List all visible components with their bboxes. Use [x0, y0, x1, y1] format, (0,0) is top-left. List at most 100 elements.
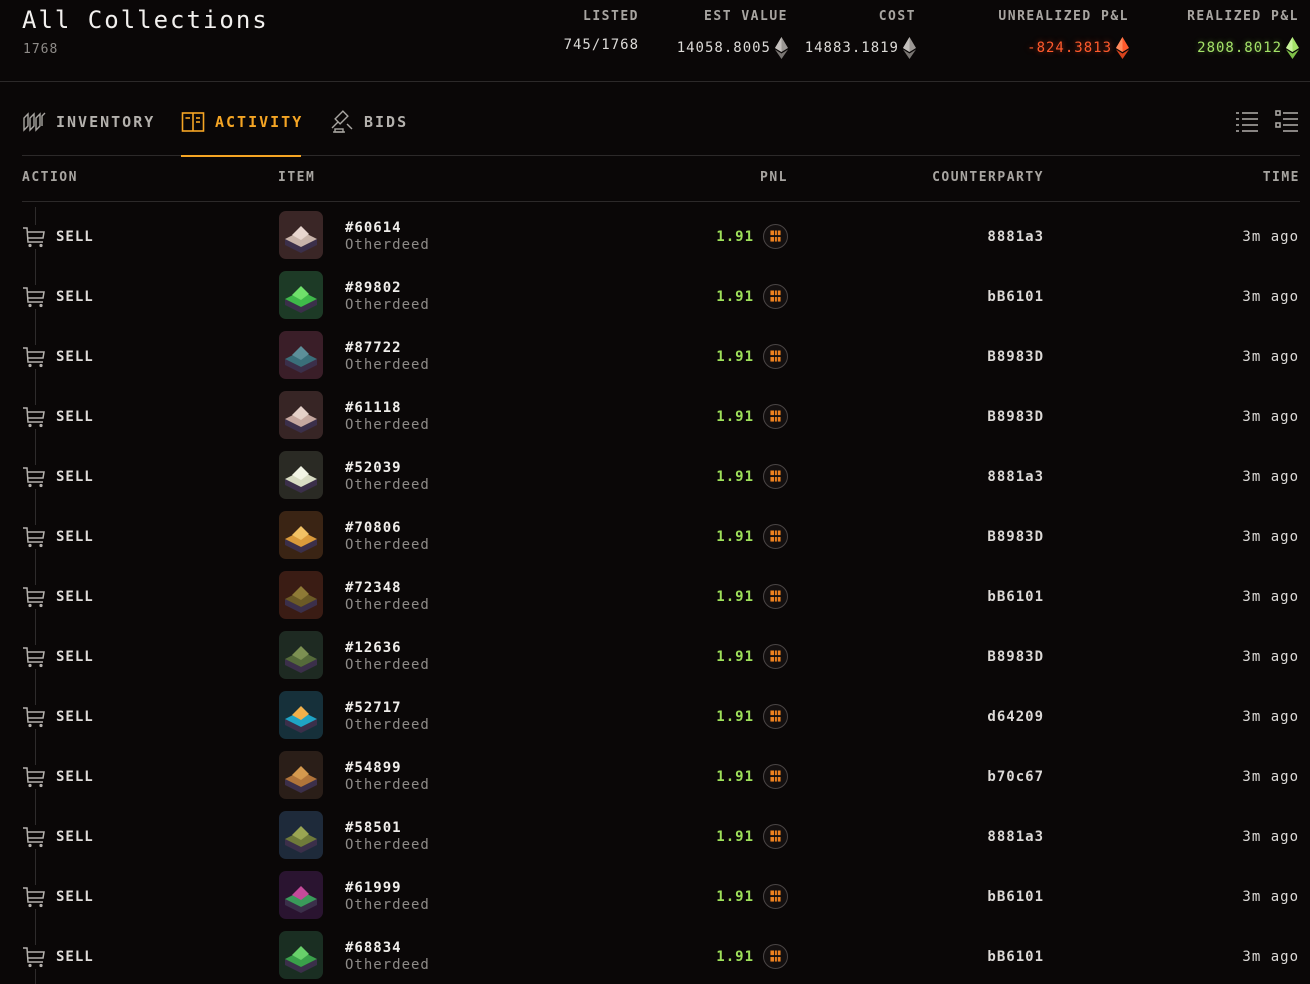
item-token-id: #60614 [345, 220, 402, 236]
activity-row[interactable]: SELL #70806 Otherdeed 1.91 B8983D 3m ago [0, 507, 1310, 567]
tab-activity-label: ACTIVITY [215, 113, 304, 131]
item-collection-name: Otherdeed [345, 837, 430, 853]
pnl-value: 1.91 [716, 469, 754, 485]
stat-realized-pnl: REALIZED P&L 2808.8012 [1187, 9, 1299, 59]
counterparty-address[interactable]: bB6101 [987, 949, 1044, 965]
activity-row[interactable]: SELL #87722 Otherdeed 1.91 B8983D 3m ago [0, 327, 1310, 387]
counterparty-address[interactable]: d64209 [987, 709, 1044, 725]
tab-activity[interactable]: ACTIVITY [181, 104, 304, 157]
stat-unrealized-number: -824.3813 [1027, 40, 1112, 56]
item-collection-name: Otherdeed [345, 597, 430, 613]
activity-time: 3m ago [1242, 829, 1299, 845]
stat-cost-number: 14883.1819 [804, 40, 899, 56]
detailed-list-view-icon [1275, 110, 1298, 132]
blur-marketplace-icon [763, 524, 788, 549]
item-thumbnail[interactable] [279, 871, 323, 919]
tab-inventory-label: INVENTORY [56, 113, 156, 131]
activity-row[interactable]: SELL #58501 Otherdeed 1.91 8881a3 3m ago [0, 807, 1310, 867]
counterparty-address[interactable]: bB6101 [987, 589, 1044, 605]
item-token-id: #68834 [345, 940, 402, 956]
column-header-item[interactable]: ITEM [278, 170, 315, 185]
activity-row[interactable]: SELL #52039 Otherdeed 1.91 8881a3 3m ago [0, 447, 1310, 507]
action-label: SELL [56, 409, 94, 425]
counterparty-address[interactable]: 8881a3 [987, 469, 1044, 485]
item-collection-name: Otherdeed [345, 657, 430, 673]
activity-row[interactable]: SELL #61999 Otherdeed 1.91 bB6101 3m ago [0, 867, 1310, 927]
activity-time: 3m ago [1242, 349, 1299, 365]
blur-marketplace-icon [763, 584, 788, 609]
activity-row[interactable]: SELL #68834 Otherdeed 1.91 bB6101 3m ago [0, 927, 1310, 984]
activity-row[interactable]: SELL #72348 Otherdeed 1.91 bB6101 3m ago [0, 567, 1310, 627]
counterparty-address[interactable]: b70c67 [987, 769, 1044, 785]
item-collection-name: Otherdeed [345, 957, 430, 973]
blur-marketplace-icon [763, 464, 788, 489]
inventory-icon [23, 112, 46, 132]
item-thumbnail[interactable] [279, 751, 323, 799]
tab-inventory[interactable]: INVENTORY [22, 104, 153, 156]
pnl-value: 1.91 [716, 949, 754, 965]
action-label: SELL [56, 529, 94, 545]
action-label: SELL [56, 589, 94, 605]
pnl-value: 1.91 [716, 349, 754, 365]
pnl-value: 1.91 [716, 409, 754, 425]
activity-row[interactable]: SELL #54899 Otherdeed 1.91 b70c67 3m ago [0, 747, 1310, 807]
action-label: SELL [56, 649, 94, 665]
action-label: SELL [56, 829, 94, 845]
item-thumbnail[interactable] [279, 631, 323, 679]
stat-est-value: EST VALUE 14058.8005 [677, 9, 788, 59]
list-view-button[interactable] [1235, 110, 1259, 134]
counterparty-address[interactable]: bB6101 [987, 289, 1044, 305]
activity-row[interactable]: SELL #12636 Otherdeed 1.91 B8983D 3m ago [0, 627, 1310, 687]
blur-marketplace-icon [763, 944, 788, 969]
pnl-value: 1.91 [716, 709, 754, 725]
detailed-list-view-button[interactable] [1275, 110, 1299, 134]
activity-row[interactable]: SELL #52717 Otherdeed 1.91 d64209 3m ago [0, 687, 1310, 747]
item-token-id: #72348 [345, 580, 402, 596]
item-thumbnail[interactable] [279, 931, 323, 979]
item-collection-name: Otherdeed [345, 417, 430, 433]
item-thumbnail[interactable] [279, 331, 323, 379]
counterparty-address[interactable]: 8881a3 [987, 829, 1044, 845]
item-token-id: #89802 [345, 280, 402, 296]
eth-icon [1286, 37, 1299, 59]
item-thumbnail[interactable] [279, 391, 323, 439]
counterparty-address[interactable]: bB6101 [987, 889, 1044, 905]
activity-row[interactable]: SELL #61118 Otherdeed 1.91 B8983D 3m ago [0, 387, 1310, 447]
item-token-id: #87722 [345, 340, 402, 356]
counterparty-address[interactable]: B8983D [987, 349, 1044, 365]
column-header-pnl[interactable]: PNL [760, 170, 788, 185]
item-collection-name: Otherdeed [345, 297, 430, 313]
counterparty-address[interactable]: B8983D [987, 409, 1044, 425]
item-thumbnail[interactable] [279, 451, 323, 499]
action-label: SELL [56, 709, 94, 725]
gavel-icon [331, 110, 353, 133]
activity-time: 3m ago [1242, 949, 1299, 965]
item-thumbnail[interactable] [279, 571, 323, 619]
tab-bids[interactable]: BIDS [330, 104, 410, 156]
activity-time: 3m ago [1242, 529, 1299, 545]
activity-time: 3m ago [1242, 889, 1299, 905]
activity-row[interactable]: SELL #89802 Otherdeed 1.91 bB6101 3m ago [0, 267, 1310, 327]
shopping-cart-icon [22, 585, 46, 609]
item-token-id: #12636 [345, 640, 402, 656]
counterparty-address[interactable]: B8983D [987, 529, 1044, 545]
counterparty-address[interactable]: 8881a3 [987, 229, 1044, 245]
stat-realized-number: 2808.8012 [1197, 40, 1282, 56]
stat-est-value-label: EST VALUE [704, 9, 788, 24]
column-header-counterparty[interactable]: COUNTERPARTY [932, 170, 1044, 185]
item-collection-name: Otherdeed [345, 537, 430, 553]
stat-cost-label: COST [878, 9, 916, 24]
column-header-action[interactable]: ACTION [22, 170, 78, 185]
counterparty-address[interactable]: B8983D [987, 649, 1044, 665]
shopping-cart-icon [22, 945, 46, 969]
item-thumbnail[interactable] [279, 271, 323, 319]
column-header-time[interactable]: TIME [1263, 170, 1300, 185]
item-thumbnail[interactable] [279, 211, 323, 259]
activity-row[interactable]: SELL #60614 Otherdeed 1.91 8881a3 3m ago [0, 207, 1310, 267]
item-thumbnail[interactable] [279, 691, 323, 739]
item-thumbnail[interactable] [279, 511, 323, 559]
item-thumbnail[interactable] [279, 811, 323, 859]
stat-listed-value: 745/1768 [564, 37, 639, 53]
item-token-id: #61118 [345, 400, 402, 416]
shopping-cart-icon [22, 885, 46, 909]
